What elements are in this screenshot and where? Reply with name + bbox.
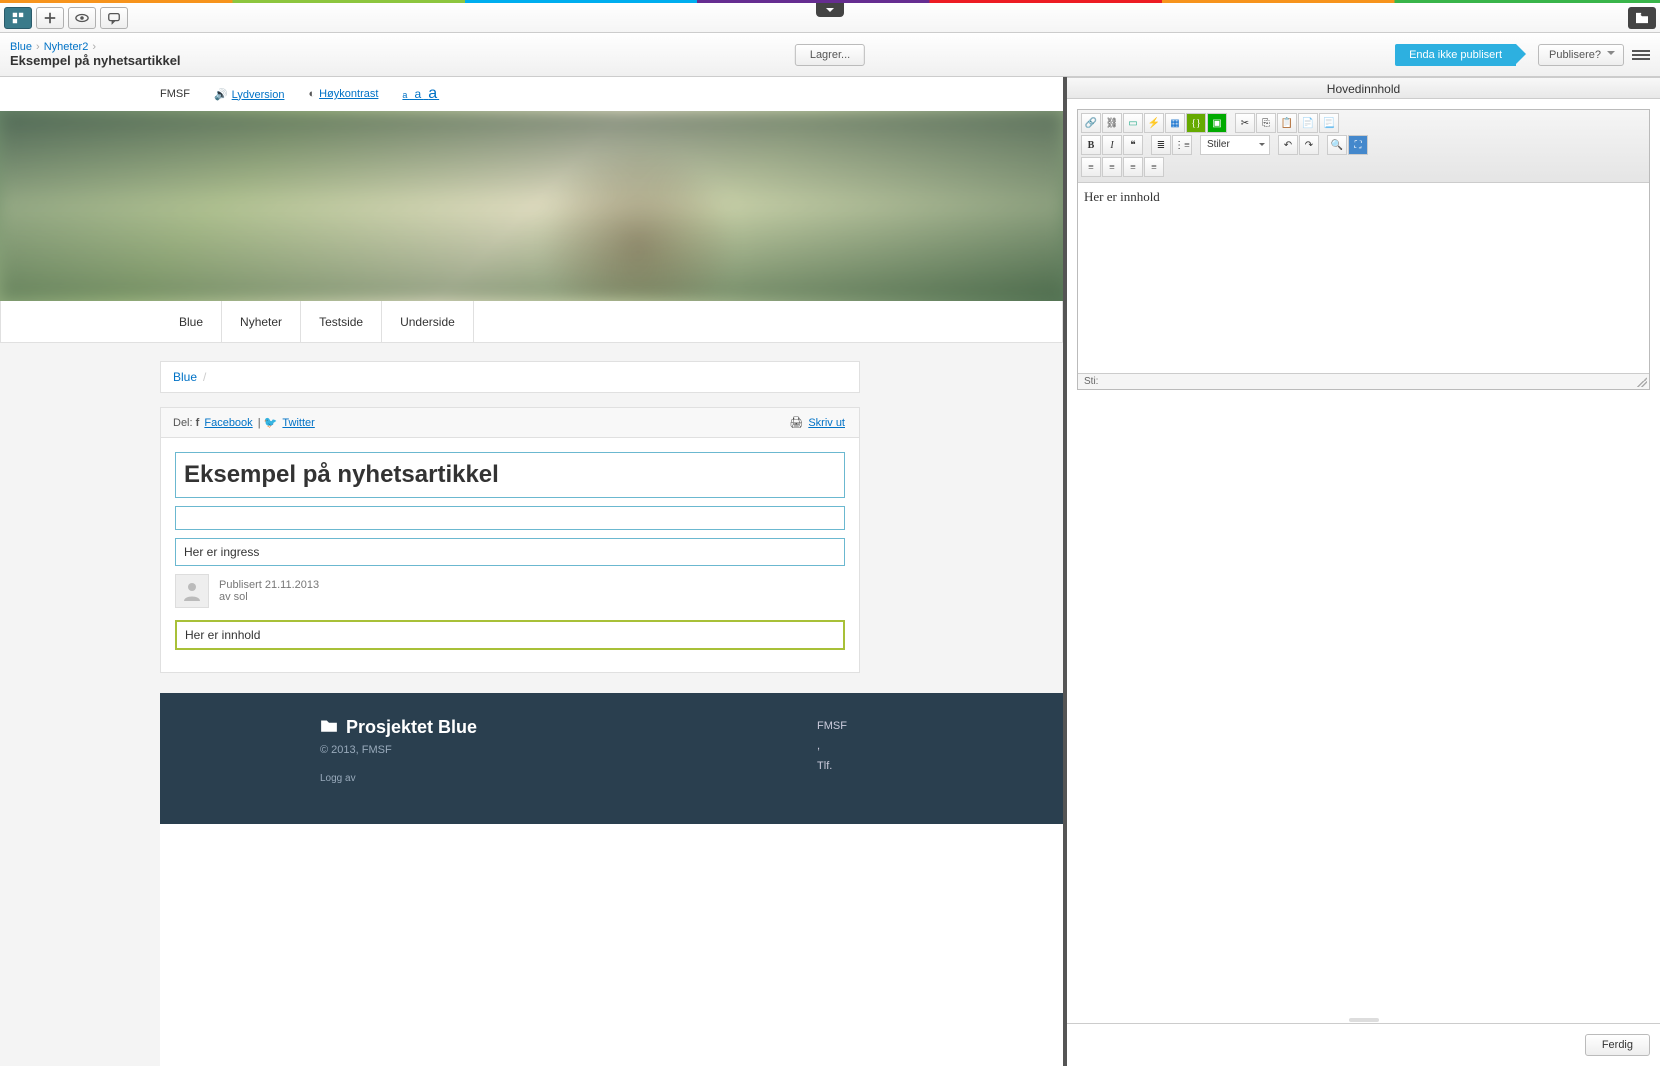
author-name: av sol bbox=[219, 591, 319, 603]
done-button[interactable]: Ferdig bbox=[1585, 1034, 1650, 1056]
preview-pane: FMSF 🔊Lydversion ◐Høykontrast a a a Blue… bbox=[0, 77, 1067, 1066]
breadcrumb-root[interactable]: Blue bbox=[10, 41, 32, 53]
align-left-icon[interactable]: ≡ bbox=[1081, 157, 1101, 177]
site-nav: Blue Nyheter Testside Underside bbox=[0, 301, 1063, 343]
link-icon[interactable]: 🔗 bbox=[1081, 113, 1101, 133]
preview-button[interactable] bbox=[68, 7, 96, 29]
share-facebook[interactable]: Facebook bbox=[204, 417, 252, 429]
brand-label: FMSF bbox=[160, 88, 190, 100]
content-breadcrumb: Blue / bbox=[160, 361, 860, 393]
footer-tel: Tlf. bbox=[817, 757, 847, 777]
editor-statusbar: Sti: bbox=[1078, 373, 1649, 389]
font-size-control[interactable]: a a a bbox=[402, 85, 439, 103]
utility-bar: FMSF 🔊Lydversion ◐Høykontrast a a a bbox=[0, 77, 1063, 111]
top-toolbar bbox=[0, 3, 1660, 33]
avatar bbox=[175, 574, 209, 608]
logout-link[interactable]: Logg av bbox=[320, 773, 356, 784]
saving-indicator: Lagrer... bbox=[795, 44, 865, 66]
styles-dropdown[interactable]: Stiler bbox=[1200, 135, 1270, 155]
rich-text-editor: 🔗 ⛓ ▭ ⚡ ▦ {} ▣ ✂ ⎘ 📋 📄 📃 bbox=[1077, 109, 1650, 390]
twitter-icon: 🐦 bbox=[264, 417, 278, 429]
editor-toolbar: 🔗 ⛓ ▭ ⚡ ▦ {} ▣ ✂ ⎘ 📋 📄 📃 bbox=[1078, 110, 1649, 183]
print-icon: 🖨 bbox=[789, 417, 803, 429]
align-right-icon[interactable]: ≡ bbox=[1123, 157, 1143, 177]
print-link[interactable]: Skriv ut bbox=[808, 417, 845, 429]
copy-icon[interactable]: ⎘ bbox=[1256, 113, 1276, 133]
align-center-icon[interactable]: ≡ bbox=[1102, 157, 1122, 177]
body-field[interactable]: Her er innhold bbox=[175, 620, 845, 650]
subtitle-field[interactable] bbox=[175, 506, 845, 530]
options-menu-icon[interactable] bbox=[1632, 46, 1650, 64]
quote-icon[interactable]: ❝ bbox=[1123, 135, 1143, 155]
breadcrumb: Blue › Nyheter2 › bbox=[10, 41, 181, 53]
fullscreen-icon[interactable]: ⛶ bbox=[1348, 135, 1368, 155]
audio-link[interactable]: 🔊Lydversion bbox=[214, 88, 285, 101]
redo-icon[interactable]: ↷ bbox=[1299, 135, 1319, 155]
number-list-icon[interactable]: ⋮≡ bbox=[1172, 135, 1192, 155]
editor-textarea[interactable]: Her er innhold bbox=[1078, 183, 1649, 373]
contrast-icon: ◐ bbox=[308, 88, 315, 100]
title-field[interactable]: Eksempel på nyhetsartikkel bbox=[175, 452, 845, 498]
footer-copyright: © 2013, FMSF bbox=[320, 744, 477, 756]
empty-area bbox=[160, 824, 1063, 1066]
publish-status-badge: Enda ikke publisert bbox=[1395, 44, 1516, 66]
nav-item-blue[interactable]: Blue bbox=[161, 301, 222, 342]
ingress-field[interactable]: Her er ingress bbox=[175, 538, 845, 566]
share-bar: Del: f Facebook | 🐦 Twitter 🖨 Skriv ut bbox=[160, 407, 860, 438]
sidebar-title: Hovedinnhold bbox=[1067, 77, 1660, 99]
paste-icon[interactable]: 📋 bbox=[1277, 113, 1297, 133]
center-dropdown-tab[interactable] bbox=[816, 3, 844, 17]
publish-dropdown[interactable]: Publisere? bbox=[1538, 44, 1624, 66]
chevron-right-icon: › bbox=[36, 41, 40, 53]
unlink-icon[interactable]: ⛓ bbox=[1102, 113, 1122, 133]
assets-button[interactable] bbox=[1628, 7, 1656, 29]
share-twitter[interactable]: Twitter bbox=[282, 417, 314, 429]
align-justify-icon[interactable]: ≡ bbox=[1144, 157, 1164, 177]
page-title: Eksempel på nyhetsartikkel bbox=[10, 53, 181, 68]
nav-item-nyheter[interactable]: Nyheter bbox=[222, 301, 301, 342]
facebook-icon: f bbox=[196, 417, 200, 429]
flash-icon[interactable]: ⚡ bbox=[1144, 113, 1164, 133]
cut-icon[interactable]: ✂ bbox=[1235, 113, 1255, 133]
article-body: Eksempel på nyhetsartikkel Her er ingres… bbox=[160, 438, 860, 673]
table-icon[interactable]: ▦ bbox=[1165, 113, 1185, 133]
contrast-link[interactable]: ◐Høykontrast bbox=[308, 88, 378, 100]
breadcrumb-bar: Blue › Nyheter2 › Eksempel på nyhetsarti… bbox=[0, 33, 1660, 77]
hero-image bbox=[0, 111, 1063, 301]
speaker-icon: 🔊 bbox=[214, 89, 228, 101]
bold-icon[interactable]: B bbox=[1081, 135, 1101, 155]
paste-text-icon[interactable]: 📄 bbox=[1298, 113, 1318, 133]
italic-icon[interactable]: I bbox=[1102, 135, 1122, 155]
site-footer: Prosjektet Blue © 2013, FMSF Logg av FMS… bbox=[160, 693, 1063, 824]
breadcrumb-section[interactable]: Nyheter2 bbox=[44, 41, 89, 53]
editor-sidebar: Hovedinnhold 🔗 ⛓ ▭ ⚡ ▦ {} ▣ ✂ ⎘ 📋 bbox=[1067, 77, 1660, 1066]
chat-button[interactable] bbox=[100, 7, 128, 29]
image-icon[interactable]: ▭ bbox=[1123, 113, 1143, 133]
share-label: Del: bbox=[173, 417, 193, 429]
sidebar-footer: Ferdig bbox=[1067, 1023, 1660, 1066]
folder-icon bbox=[320, 717, 338, 738]
published-date: Publisert 21.11.2013 bbox=[219, 579, 319, 591]
bullet-list-icon[interactable]: ≣ bbox=[1151, 135, 1171, 155]
chevron-right-icon: › bbox=[92, 41, 96, 53]
undo-icon[interactable]: ↶ bbox=[1278, 135, 1298, 155]
byline: Publisert 21.11.2013 av sol bbox=[175, 574, 845, 608]
search-icon[interactable]: 🔍 bbox=[1327, 135, 1347, 155]
paste-word-icon[interactable]: 📃 bbox=[1319, 113, 1339, 133]
add-button[interactable] bbox=[36, 7, 64, 29]
embed-icon[interactable]: ▣ bbox=[1207, 113, 1227, 133]
nav-item-testside[interactable]: Testside bbox=[301, 301, 382, 342]
code-icon[interactable]: {} bbox=[1186, 113, 1206, 133]
footer-project: Prosjektet Blue bbox=[320, 717, 477, 738]
bc2-root[interactable]: Blue bbox=[173, 370, 197, 384]
footer-org: FMSF bbox=[817, 717, 847, 737]
nav-item-underside[interactable]: Underside bbox=[382, 301, 474, 342]
home-button[interactable] bbox=[4, 7, 32, 29]
